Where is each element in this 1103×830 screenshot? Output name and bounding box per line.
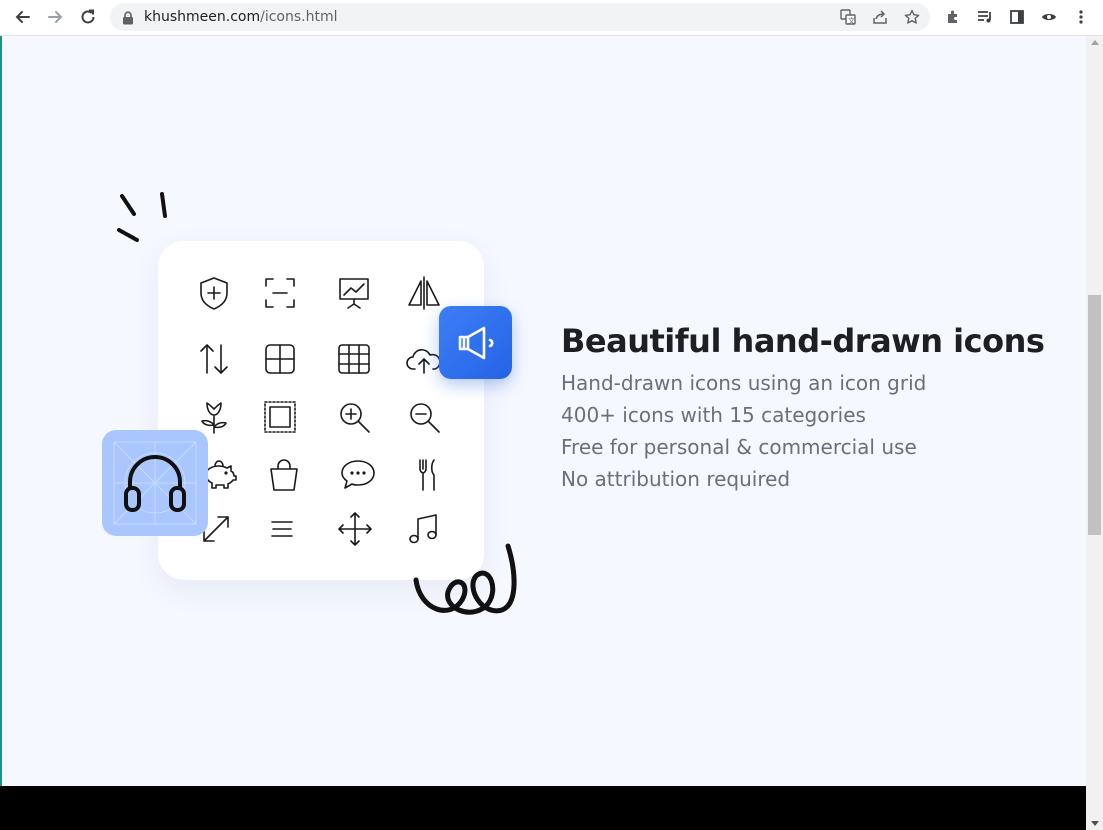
svg-text:文: 文 xyxy=(848,16,855,25)
stamp-frame-icon xyxy=(260,397,300,437)
forward-icon[interactable] xyxy=(42,5,68,29)
scan-frame-icon xyxy=(260,273,300,313)
grid-2x2-icon xyxy=(260,339,300,379)
translate-icon[interactable]: 文 xyxy=(838,8,858,26)
feature-item: Hand-drawn icons using an icon grid xyxy=(561,371,927,395)
cutlery-icon xyxy=(408,455,448,495)
move-arrows-icon xyxy=(335,509,375,549)
hero-heading: Beautiful hand-drawn icons xyxy=(561,322,1045,360)
zoom-out-icon xyxy=(404,397,444,437)
back-icon[interactable] xyxy=(10,5,36,29)
headphones-tile xyxy=(102,430,208,536)
grid-3x3-icon xyxy=(334,339,374,379)
reload-icon[interactable] xyxy=(75,5,101,29)
profile-icon[interactable] xyxy=(1038,6,1060,28)
feature-item: 400+ icons with 15 categories xyxy=(561,403,866,427)
side-panel-icon[interactable] xyxy=(1006,6,1028,28)
extensions-icon[interactable] xyxy=(942,6,964,28)
feature-list: Hand-drawn icons using an icon grid 400+… xyxy=(561,370,926,498)
menu-icon[interactable] xyxy=(1070,6,1092,28)
shopping-bag-icon xyxy=(264,455,304,495)
url-text: khushmeen.com/icons.html xyxy=(144,9,338,25)
url-domain: khushmeen.com xyxy=(144,9,261,25)
footer-band xyxy=(0,786,1086,830)
scribble-icon xyxy=(413,543,517,615)
chat-bubble-icon xyxy=(338,455,378,495)
flip-horizontal-icon xyxy=(404,273,444,313)
scroll-down-icon[interactable] xyxy=(1091,821,1099,826)
presentation-chart-icon xyxy=(334,273,374,313)
megaphone-tile xyxy=(439,306,512,379)
feature-item: No attribution required xyxy=(561,467,791,491)
sparkle-lines-icon xyxy=(117,192,167,242)
url-path: /icons.html xyxy=(260,9,338,25)
address-bar[interactable]: khushmeen.com/icons.html 文 xyxy=(110,3,930,31)
megaphone-icon xyxy=(458,326,494,359)
cloud-upload-icon xyxy=(404,339,444,379)
scrollbar[interactable] xyxy=(1086,36,1103,830)
zoom-in-icon xyxy=(334,397,374,437)
scroll-up-icon[interactable] xyxy=(1091,40,1099,45)
menu-lines-icon xyxy=(262,509,302,549)
lock-icon[interactable] xyxy=(122,10,134,29)
headphones-icon xyxy=(113,441,197,525)
share-icon[interactable] xyxy=(870,8,890,26)
shield-plus-icon xyxy=(194,273,234,313)
bookmark-star-icon[interactable] xyxy=(902,8,922,26)
media-queue-icon[interactable] xyxy=(974,6,996,28)
scrollbar-thumb[interactable] xyxy=(1088,295,1101,535)
sort-arrows-icon xyxy=(194,339,234,379)
browser-toolbar: khushmeen.com/icons.html 文 xyxy=(0,0,1103,36)
feature-item: Free for personal & commercial use xyxy=(561,435,917,459)
